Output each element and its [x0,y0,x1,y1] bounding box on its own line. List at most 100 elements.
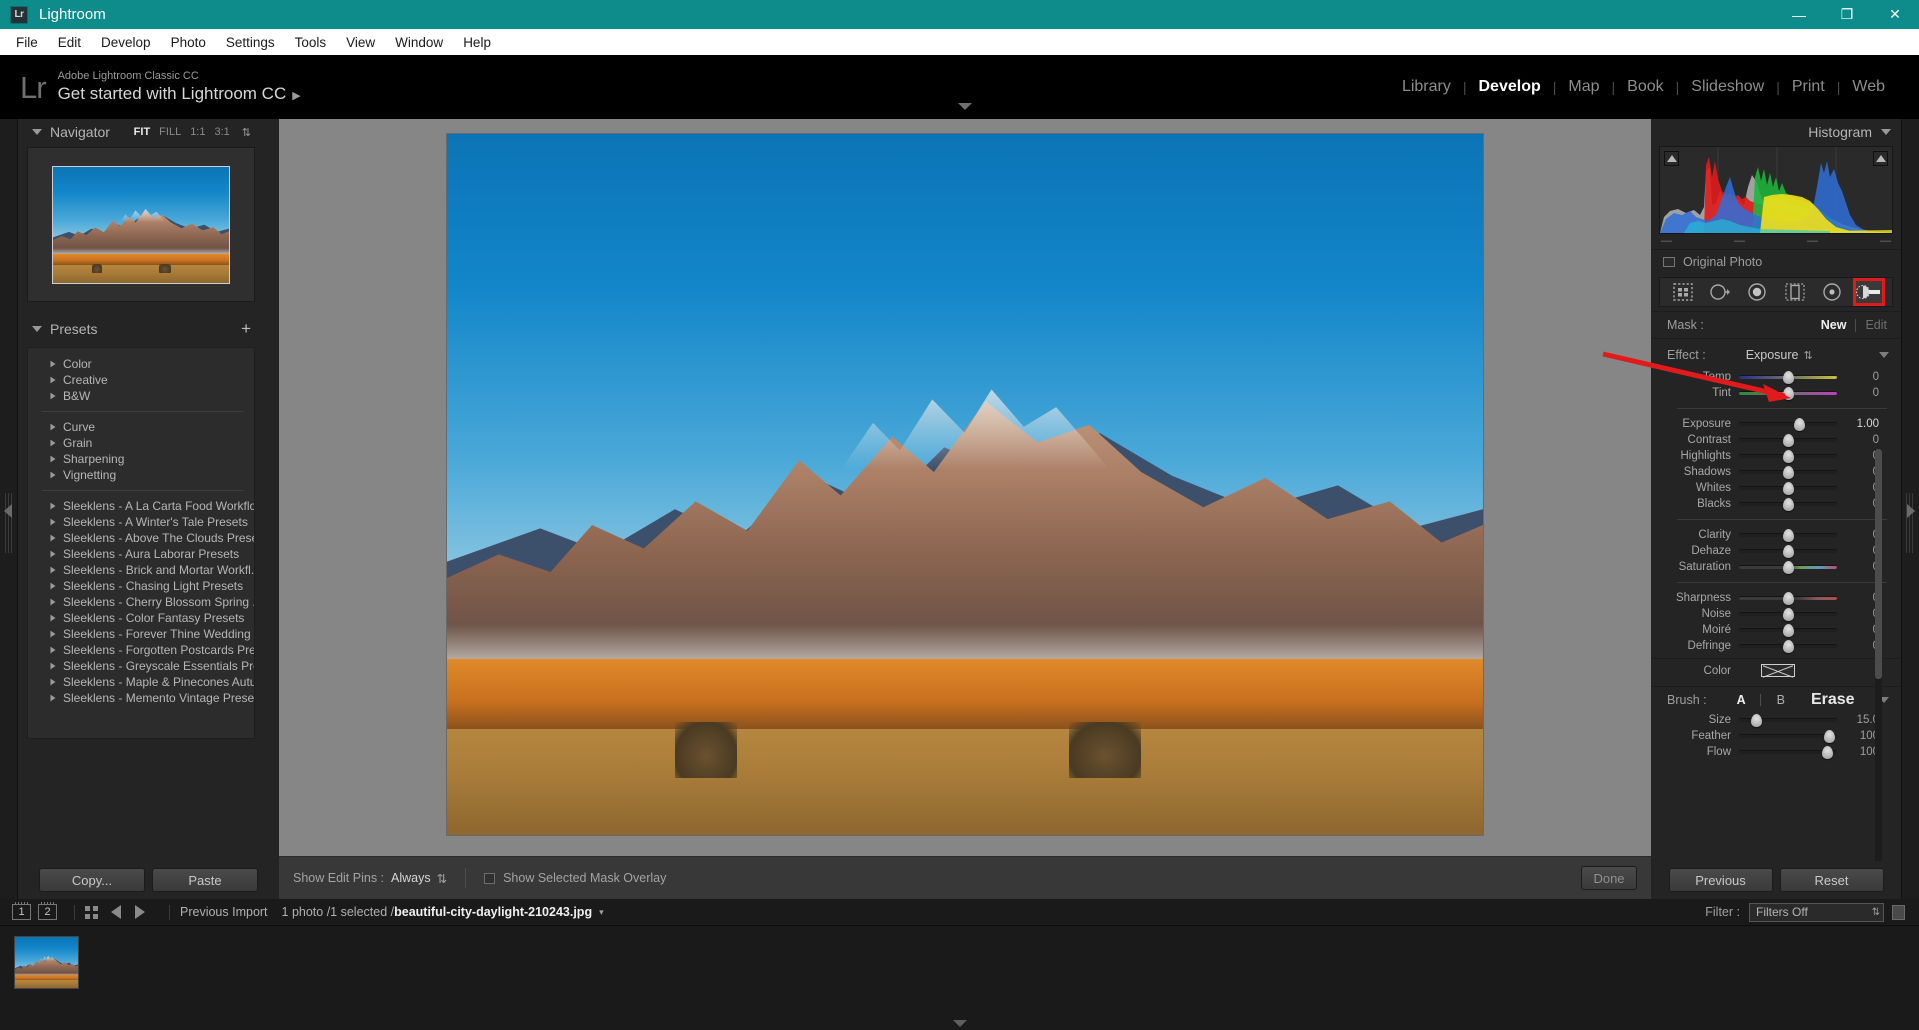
preset-group-sleeklens-9[interactable]: Sleeklens - Forgotten Postcards Pre... [28,642,254,658]
slider-value[interactable]: 0 [1837,561,1879,573]
brush-erase-button[interactable]: Erase [1811,691,1855,709]
slider-knob[interactable] [1823,730,1835,743]
navigator-preview[interactable] [27,147,255,302]
slider-knob[interactable] [1782,450,1794,463]
slider-track[interactable] [1739,387,1837,400]
preset-group-sleeklens-12[interactable]: Sleeklens - Memento Vintage Presets [28,690,254,706]
triangle-right-icon[interactable] [50,423,56,431]
slider-flow[interactable]: Flow 100 [1651,744,1891,760]
new-mask-button[interactable]: New [1821,318,1847,332]
triangle-right-icon[interactable] [50,550,56,558]
slider-knob[interactable] [1782,529,1794,542]
shadow-clipping-indicator[interactable] [1664,151,1679,166]
module-develop[interactable]: Develop [1467,78,1553,96]
slider-tint[interactable]: Tint 0 [1651,385,1891,401]
module-book[interactable]: Book [1615,78,1675,96]
triangle-right-icon[interactable] [50,439,56,447]
effect-stepper-icon[interactable]: ⇅ [1804,349,1813,362]
color-swatch[interactable] [1761,664,1795,677]
slider-value[interactable]: 0 [1837,371,1879,383]
identity-plate[interactable]: Lr Adobe Lightroom Classic CC Get starte… [20,70,301,105]
slider-track[interactable] [1739,561,1837,574]
slider-value[interactable]: 0 [1837,608,1879,620]
slider-value[interactable]: 100 [1837,746,1879,758]
brush-a-button[interactable]: A [1737,693,1746,707]
menu-edit[interactable]: Edit [48,32,91,53]
slider-value[interactable]: 0 [1837,450,1879,462]
slider-value[interactable]: 100 [1837,730,1879,742]
paste-button[interactable]: Paste [152,868,258,892]
preset-group-sleeklens-3[interactable]: Sleeklens - Aura Laborar Presets [28,546,254,562]
triangle-right-icon[interactable] [50,471,56,479]
triangle-right-icon[interactable] [50,534,56,542]
original-photo-row[interactable]: Original Photo [1651,249,1901,273]
preset-group-vignetting[interactable]: Vignetting [28,467,254,483]
slider-value[interactable]: 0 [1837,640,1879,652]
slider-knob[interactable] [1782,387,1794,400]
slider-size[interactable]: Size 15.0 [1651,712,1891,728]
preset-group-sleeklens-7[interactable]: Sleeklens - Color Fantasy Presets [28,610,254,626]
graduated-filter-tool-icon[interactable] [1782,281,1808,303]
slider-dehaze[interactable]: Dehaze 0 [1651,543,1891,559]
triangle-right-icon[interactable] [50,502,56,510]
triangle-right-icon[interactable] [50,614,56,622]
collapse-left-arrow-icon[interactable] [4,504,12,518]
menu-view[interactable]: View [336,32,385,53]
menu-photo[interactable]: Photo [161,32,216,53]
radial-filter-tool-icon[interactable] [1707,281,1733,303]
slider-track[interactable] [1739,640,1837,653]
slider-track[interactable] [1739,466,1837,479]
slider-shadows[interactable]: Shadows 0 [1651,464,1891,480]
screen-2-button[interactable]: 2 [38,902,57,920]
source-label[interactable]: Previous Import [180,905,268,919]
histogram-header[interactable]: Histogram [1651,119,1901,145]
navigator-header[interactable]: Navigator FIT FILL 1:1 3:1 ⇅ [18,119,261,145]
filter-stepper-icon[interactable]: ⇅ [1872,907,1880,917]
maximize-icon[interactable]: ❐ [1823,0,1871,29]
show-edit-pins-stepper-icon[interactable]: ⇅ [437,871,447,886]
slider-knob[interactable] [1782,592,1794,605]
slider-moire[interactable]: Moiré 0 [1651,622,1891,638]
original-photo-checkbox[interactable] [1663,256,1675,267]
zoom-stepper-icon[interactable]: ⇅ [242,126,251,139]
filename-dropdown-icon[interactable]: ▾ [599,907,604,918]
slider-value[interactable]: 0 [1837,498,1879,510]
slider-temp[interactable]: Temp 0 [1651,369,1891,385]
module-web[interactable]: Web [1840,78,1897,96]
slider-track[interactable] [1739,434,1837,447]
module-print[interactable]: Print [1780,78,1837,96]
slider-highlights[interactable]: Highlights 0 [1651,448,1891,464]
preset-group-bw[interactable]: B&W [28,388,254,404]
effect-value[interactable]: Exposure [1746,348,1799,362]
slider-value[interactable]: 0 [1837,434,1879,446]
slider-clarity[interactable]: Clarity 0 [1651,527,1891,543]
slider-value[interactable]: 0 [1837,624,1879,636]
slider-knob[interactable] [1782,545,1794,558]
triangle-right-icon[interactable] [50,646,56,654]
preset-group-sleeklens-11[interactable]: Sleeklens - Maple & Pinecones Autu... [28,674,254,690]
slider-contrast[interactable]: Contrast 0 [1651,432,1891,448]
go-back-arrow-icon[interactable] [111,905,121,919]
preset-group-grain[interactable]: Grain [28,435,254,451]
image-canvas[interactable] [279,119,1651,856]
slider-saturation[interactable]: Saturation 0 [1651,559,1891,575]
filter-toggle-button[interactable] [1892,904,1905,920]
preset-group-sharpening[interactable]: Sharpening [28,451,254,467]
slider-knob[interactable] [1794,418,1806,431]
slider-knob[interactable] [1782,561,1794,574]
slider-track[interactable] [1739,624,1837,637]
preset-group-sleeklens-2[interactable]: Sleeklens - Above The Clouds Presets [28,530,254,546]
slider-knob[interactable] [1821,746,1833,759]
slider-track[interactable] [1739,529,1837,542]
left-panel-collapse-strip[interactable] [0,119,18,899]
preset-group-curve[interactable]: Curve [28,419,254,435]
triangle-right-icon[interactable] [50,566,56,574]
triangle-right-icon[interactable] [50,582,56,590]
collapse-right-arrow-icon[interactable] [1907,504,1915,518]
adjustment-brush-tool-icon[interactable] [1853,278,1886,306]
preset-group-sleeklens-4[interactable]: Sleeklens - Brick and Mortar Workfl... [28,562,254,578]
slider-knob[interactable] [1782,482,1794,495]
radial-gradient-tool-icon[interactable] [1819,281,1845,303]
copy-button[interactable]: Copy... [39,868,145,892]
preset-group-sleeklens-6[interactable]: Sleeklens - Cherry Blossom Spring ... [28,594,254,610]
